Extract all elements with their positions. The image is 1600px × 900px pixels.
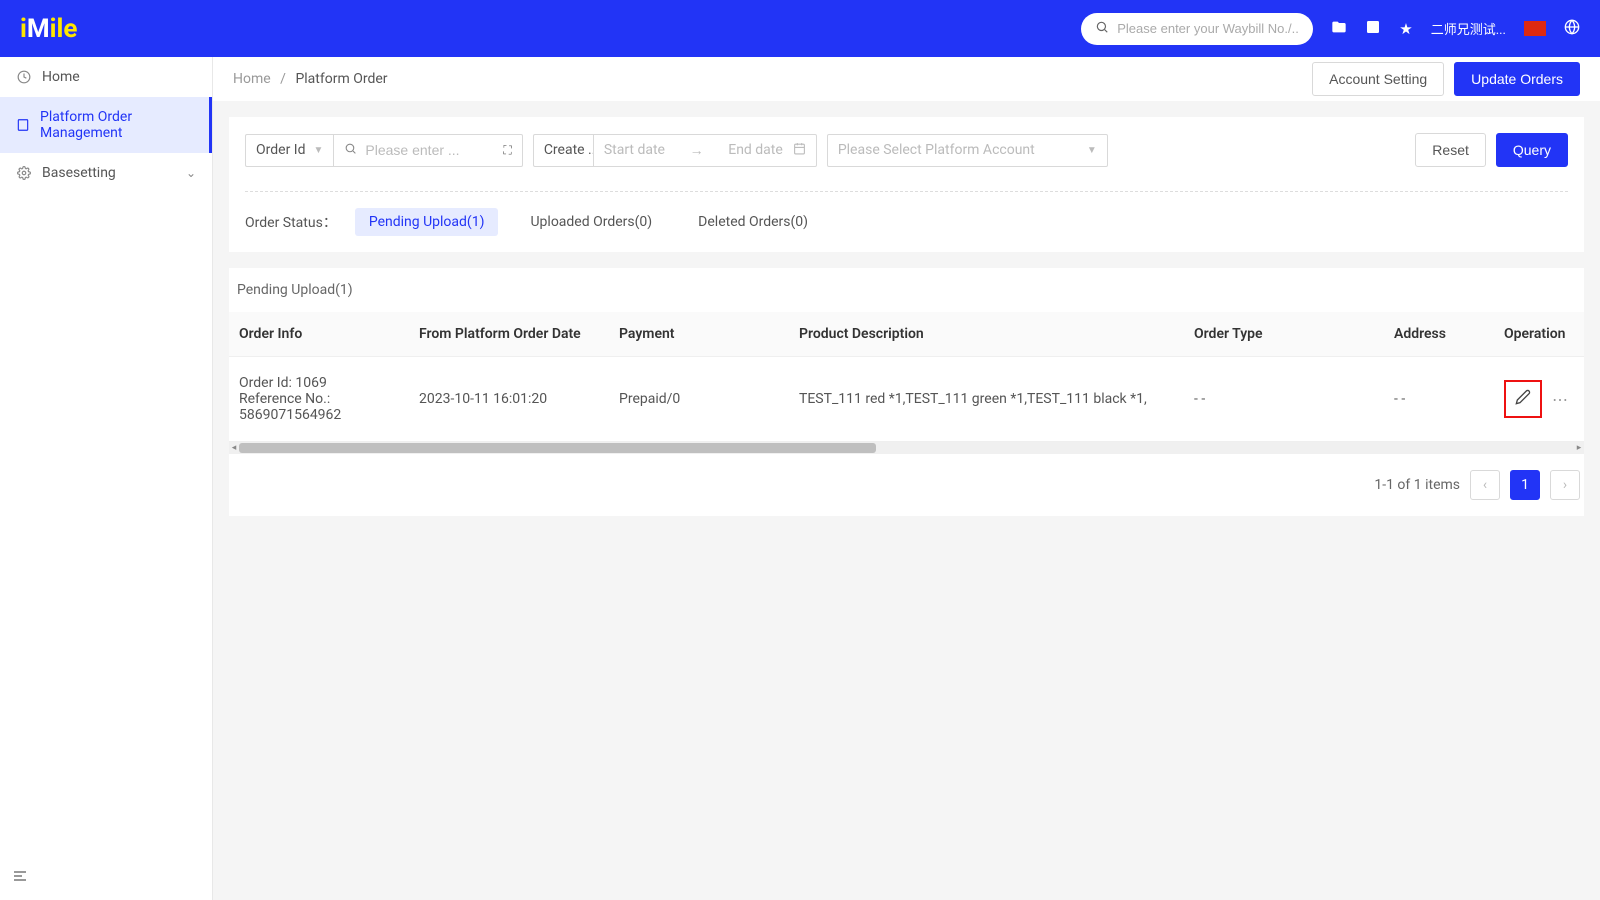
folder-icon[interactable] xyxy=(1331,19,1347,39)
gear-icon xyxy=(16,165,32,181)
arrow-right-icon: → xyxy=(675,142,718,159)
sidebar-item-label: Home xyxy=(42,69,80,85)
logo: iMile xyxy=(20,14,77,44)
search-icon xyxy=(344,142,357,159)
calendar-icon xyxy=(793,142,806,159)
breadcrumb: Home / Platform Order xyxy=(233,71,388,87)
section-title: Pending Upload(1) xyxy=(229,268,1584,312)
table-header-row: Order Info From Platform Order Date Paym… xyxy=(229,312,1584,357)
sidebar-item-basesetting[interactable]: Basesetting ⌄ xyxy=(0,153,212,193)
col-date: From Platform Order Date xyxy=(409,312,609,357)
cell-product: TEST_111 red *1,TEST_111 green *1,TEST_1… xyxy=(789,357,1184,442)
globe-icon[interactable] xyxy=(1564,19,1580,39)
cell-operation: ⋯ xyxy=(1494,357,1584,442)
collapse-sidebar-button[interactable] xyxy=(12,868,28,888)
star-icon[interactable]: ★ xyxy=(1399,20,1412,38)
sidebar-item-platform-order[interactable]: Platform Order Management xyxy=(0,97,212,153)
table-row: Order Id: 1069 Reference No.: 5869071564… xyxy=(229,357,1584,442)
col-operation: Operation xyxy=(1494,312,1584,357)
tab-deleted-orders[interactable]: Deleted Orders(0) xyxy=(684,208,822,236)
breadcrumb-current: Platform Order xyxy=(295,71,387,87)
flag-icon[interactable] xyxy=(1524,21,1546,36)
breadcrumb-home[interactable]: Home xyxy=(233,71,271,87)
waybill-search-input[interactable] xyxy=(1117,21,1299,36)
account-setting-button[interactable]: Account Setting xyxy=(1312,62,1444,96)
horizontal-scrollbar[interactable]: ◂ ▸ xyxy=(229,442,1584,454)
col-payment: Payment xyxy=(609,312,789,357)
tab-uploaded-orders[interactable]: Uploaded Orders(0) xyxy=(516,208,666,236)
orderid-input[interactable] xyxy=(365,142,495,158)
create-date-type-select[interactable]: Create ... xyxy=(533,134,593,167)
sidebar-item-label: Basesetting xyxy=(42,165,116,181)
chevron-down-icon: ▼ xyxy=(1087,145,1097,156)
doc-icon xyxy=(16,117,30,133)
platform-account-select[interactable]: Please Select Platform Account ▼ xyxy=(827,134,1108,167)
col-order-info: Order Info xyxy=(229,312,409,357)
cell-order-info: Order Id: 1069 Reference No.: 5869071564… xyxy=(229,357,409,442)
cell-type: - - xyxy=(1184,357,1384,442)
waybill-search[interactable] xyxy=(1081,13,1313,45)
pagination-text: 1-1 of 1 items xyxy=(1374,477,1460,493)
order-status-label: Order Status： xyxy=(245,212,337,232)
next-page-button[interactable]: › xyxy=(1550,470,1580,500)
update-orders-button[interactable]: Update Orders xyxy=(1454,62,1580,96)
username[interactable]: 二师兄测试... xyxy=(1431,19,1506,38)
cell-payment: Prepaid/0 xyxy=(609,357,789,442)
clock-icon xyxy=(16,69,32,85)
prev-page-button[interactable]: ‹ xyxy=(1470,470,1500,500)
tab-pending-upload[interactable]: Pending Upload(1) xyxy=(355,208,499,236)
edit-icon xyxy=(1515,389,1531,409)
cell-address: - - xyxy=(1384,357,1494,442)
more-icon[interactable]: ⋯ xyxy=(1552,390,1568,409)
expand-icon[interactable]: ⛶ xyxy=(503,143,511,158)
grid-icon[interactable] xyxy=(1365,19,1381,39)
scrollbar-thumb[interactable] xyxy=(239,443,876,453)
page-1-button[interactable]: 1 xyxy=(1510,470,1540,500)
cell-date: 2023-10-11 16:01:20 xyxy=(409,357,609,442)
col-type: Order Type xyxy=(1184,312,1384,357)
col-product: Product Description xyxy=(789,312,1184,357)
query-button[interactable]: Query xyxy=(1496,133,1568,167)
orderid-type-select[interactable]: Order Id ▼ xyxy=(245,134,333,167)
sidebar-item-home[interactable]: Home xyxy=(0,57,212,97)
chevron-down-icon: ⌄ xyxy=(186,166,196,180)
sidebar: Home Platform Order Management Basesetti… xyxy=(0,57,213,900)
sidebar-item-label: Platform Order Management xyxy=(40,109,193,141)
chevron-down-icon: ▼ xyxy=(314,145,324,156)
col-address: Address xyxy=(1384,312,1494,357)
search-icon xyxy=(1095,20,1109,38)
edit-button[interactable] xyxy=(1504,380,1542,418)
reset-button[interactable]: Reset xyxy=(1415,133,1486,167)
date-range-picker[interactable]: Start date → End date xyxy=(593,134,817,167)
